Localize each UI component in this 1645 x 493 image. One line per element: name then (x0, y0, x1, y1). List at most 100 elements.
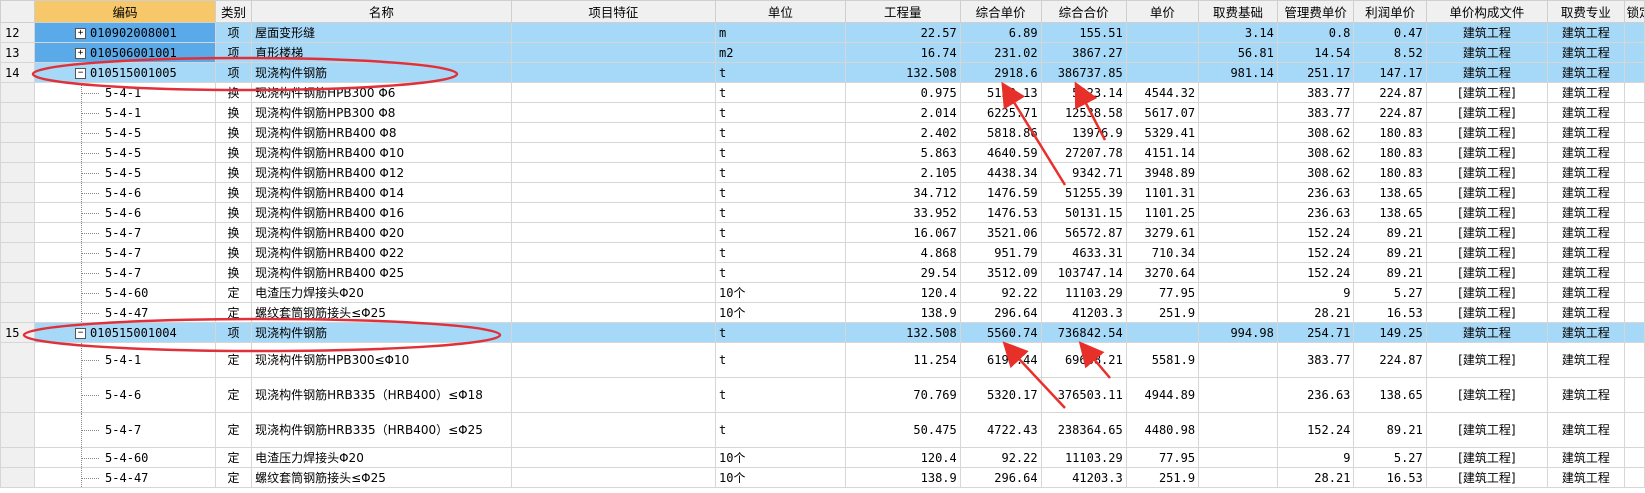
cell-code[interactable]: 5-4-47 (34, 302, 216, 323)
cell-total[interactable]: 27207.78 (1040, 142, 1127, 163)
cell-base[interactable]: 3.14 (1198, 22, 1278, 43)
cell-base[interactable] (1198, 282, 1278, 303)
cell-prof[interactable]: 建筑工程 (1547, 102, 1625, 123)
cell-file[interactable]: [建筑工程] (1425, 242, 1549, 263)
cell-name[interactable]: 现浇构件钢筋HPB300 Φ6 (251, 82, 512, 103)
cell-prof[interactable]: 建筑工程 (1547, 202, 1625, 223)
cell-prof[interactable]: 建筑工程 (1547, 377, 1625, 413)
cell-uprice[interactable]: 6190.44 (959, 342, 1042, 378)
cell-profit[interactable]: 138.65 (1353, 377, 1427, 413)
cell-base[interactable] (1198, 122, 1278, 143)
cell-price[interactable]: 1101.31 (1125, 182, 1200, 203)
cell-price[interactable]: 4151.14 (1125, 142, 1200, 163)
cell-profit[interactable]: 180.83 (1353, 162, 1427, 183)
cell-lock[interactable] (1623, 377, 1645, 413)
cell-price[interactable] (1125, 42, 1200, 63)
cell-price[interactable]: 710.34 (1125, 242, 1200, 263)
cell-type[interactable]: 换 (214, 162, 253, 183)
column-header[interactable]: 名称 (251, 0, 512, 23)
cell-base[interactable] (1198, 162, 1278, 183)
cell-profit[interactable]: 5.27 (1353, 447, 1427, 468)
cell-profit[interactable]: 147.17 (1353, 62, 1427, 83)
cell-feature[interactable] (510, 447, 717, 468)
cell-qty[interactable]: 16.74 (844, 42, 961, 63)
cell-file[interactable]: [建筑工程] (1425, 82, 1549, 103)
cell-price[interactable]: 77.95 (1125, 447, 1200, 468)
cell-lock[interactable] (1623, 142, 1645, 163)
cell-lock[interactable] (1623, 102, 1645, 123)
cell-feature[interactable] (510, 322, 717, 343)
cell-base[interactable] (1198, 102, 1278, 123)
cell-code[interactable]: 5-4-6 (34, 202, 216, 223)
cell-uprice[interactable]: 6.89 (959, 22, 1042, 43)
cell-mgmt[interactable]: 28.21 (1276, 467, 1355, 488)
cell-unit[interactable]: t (715, 242, 846, 263)
table-row[interactable]: 5-4-7 换现浇构件钢筋HRB400 Φ22 t 4.868 951.79 4633.3… (0, 242, 1645, 263)
cell-total[interactable]: 5023.14 (1040, 82, 1127, 103)
cell-code[interactable]: 5-4-7 (34, 412, 216, 448)
cell-lock[interactable] (1623, 122, 1645, 143)
cell-feature[interactable] (510, 282, 717, 303)
cell-profit[interactable]: 16.53 (1353, 302, 1427, 323)
cell-code[interactable]: 5-4-7 (34, 222, 216, 243)
cell-lock[interactable] (1623, 447, 1645, 468)
cell-type[interactable]: 换 (214, 242, 253, 263)
cell-code[interactable]: −010515001005 (34, 62, 216, 83)
table-row[interactable]: 5-4-60 定电渣压力焊接头Φ20 10个 120.4 92.22 11103.29 77… (0, 282, 1645, 303)
cell-total[interactable]: 12538.58 (1040, 102, 1127, 123)
cell-uprice[interactable]: 1476.59 (959, 182, 1042, 203)
cell-base[interactable] (1198, 202, 1278, 223)
cell-name[interactable]: 现浇构件钢筋HRB400 Φ22 (251, 242, 512, 263)
cell-code[interactable]: 5-4-6 (34, 377, 216, 413)
cell-base[interactable] (1198, 377, 1278, 413)
cell-file[interactable]: [建筑工程] (1425, 142, 1549, 163)
column-header[interactable]: 单价构成文件 (1425, 0, 1549, 23)
cell-feature[interactable] (510, 62, 717, 83)
cell-uprice[interactable]: 3512.09 (959, 262, 1042, 283)
cell-prof[interactable]: 建筑工程 (1547, 412, 1625, 448)
collapse-icon[interactable]: − (75, 67, 87, 79)
cell-code[interactable]: 5-4-60 (34, 282, 216, 303)
cell-profit[interactable]: 89.21 (1353, 222, 1427, 243)
cell-unit[interactable]: m2 (715, 42, 846, 63)
cell-unit[interactable]: t (715, 262, 846, 283)
cell-prof[interactable]: 建筑工程 (1547, 282, 1625, 303)
cell-qty[interactable]: 34.712 (844, 182, 961, 203)
cell-type[interactable]: 换 (214, 142, 253, 163)
cell-mgmt[interactable]: 152.24 (1276, 242, 1355, 263)
cell-price[interactable]: 251.9 (1125, 302, 1200, 323)
cell-qty[interactable]: 2.105 (844, 162, 961, 183)
cell-file[interactable]: 建筑工程 (1425, 22, 1549, 43)
column-header[interactable]: 锁定 (1623, 0, 1645, 23)
cell-unit[interactable]: t (715, 222, 846, 243)
cell-uprice[interactable]: 5560.74 (959, 322, 1042, 343)
cell-uprice[interactable]: 3521.06 (959, 222, 1042, 243)
cell-lock[interactable] (1623, 222, 1645, 243)
cell-file[interactable]: [建筑工程] (1425, 377, 1549, 413)
cell-lock[interactable] (1623, 82, 1645, 103)
cell-unit[interactable]: 10个 (715, 467, 846, 488)
cell-prof[interactable]: 建筑工程 (1547, 262, 1625, 283)
cell-profit[interactable]: 224.87 (1353, 342, 1427, 378)
cell-mgmt[interactable]: 152.24 (1276, 222, 1355, 243)
cell-price[interactable] (1125, 62, 1200, 83)
cell-total[interactable]: 103747.14 (1040, 262, 1127, 283)
cell-code[interactable]: 5-4-5 (34, 122, 216, 143)
cell-base[interactable] (1198, 182, 1278, 203)
column-header[interactable]: 编码 (34, 0, 216, 23)
cell-feature[interactable] (510, 142, 717, 163)
cell-name[interactable]: 现浇构件钢筋HRB400 Φ16 (251, 202, 512, 223)
cell-base[interactable] (1198, 302, 1278, 323)
cell-feature[interactable] (510, 302, 717, 323)
cell-mgmt[interactable]: 383.77 (1276, 102, 1355, 123)
cell-prof[interactable]: 建筑工程 (1547, 122, 1625, 143)
cell-unit[interactable]: t (715, 202, 846, 223)
cell-type[interactable]: 换 (214, 122, 253, 143)
cell-price[interactable]: 1101.25 (1125, 202, 1200, 223)
cell-lock[interactable] (1623, 322, 1645, 343)
cell-profit[interactable]: 138.65 (1353, 202, 1427, 223)
cell-code[interactable]: 5-4-5 (34, 142, 216, 163)
cell-feature[interactable] (510, 182, 717, 203)
cell-feature[interactable] (510, 467, 717, 488)
cell-type[interactable]: 项 (214, 322, 253, 343)
